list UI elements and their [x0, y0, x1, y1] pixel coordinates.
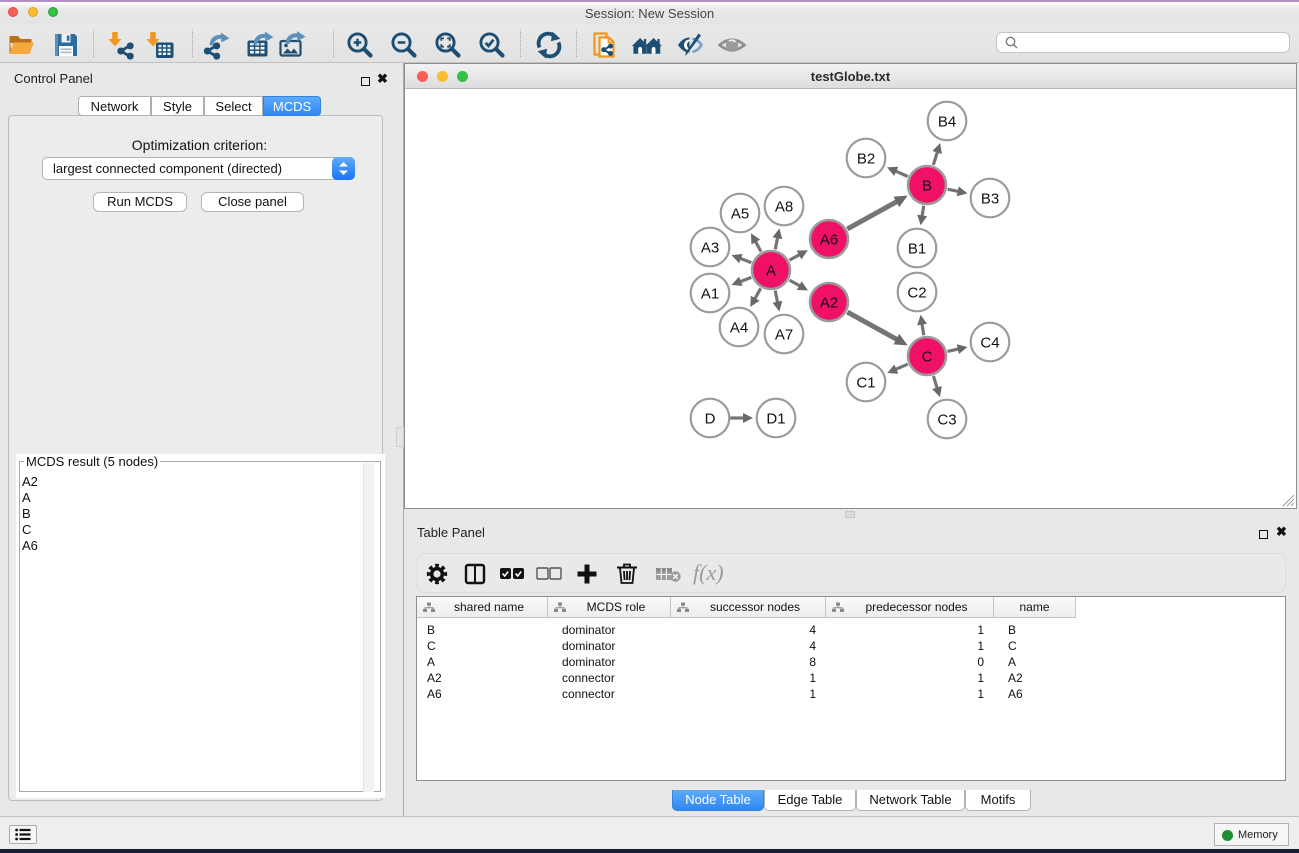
svg-text:C3: C3: [937, 412, 956, 429]
svg-text:A6: A6: [820, 232, 838, 249]
svg-text:A3: A3: [701, 240, 719, 257]
svg-text:B3: B3: [981, 191, 999, 208]
svg-text:B1: B1: [908, 241, 926, 258]
svg-text:C1: C1: [856, 375, 875, 392]
svg-text:B4: B4: [938, 114, 956, 131]
svg-text:A2: A2: [820, 295, 838, 312]
svg-text:A4: A4: [730, 320, 748, 337]
svg-text:D1: D1: [766, 411, 785, 428]
svg-text:C2: C2: [907, 285, 926, 302]
svg-text:D: D: [705, 411, 716, 428]
svg-text:B: B: [922, 178, 932, 195]
svg-text:C4: C4: [980, 335, 999, 352]
svg-text:A1: A1: [701, 286, 719, 303]
svg-text:B2: B2: [857, 151, 875, 168]
svg-text:C: C: [922, 349, 933, 366]
svg-text:A5: A5: [731, 206, 749, 223]
svg-text:A7: A7: [775, 327, 793, 344]
svg-text:A: A: [766, 263, 776, 280]
svg-text:A8: A8: [775, 199, 793, 216]
